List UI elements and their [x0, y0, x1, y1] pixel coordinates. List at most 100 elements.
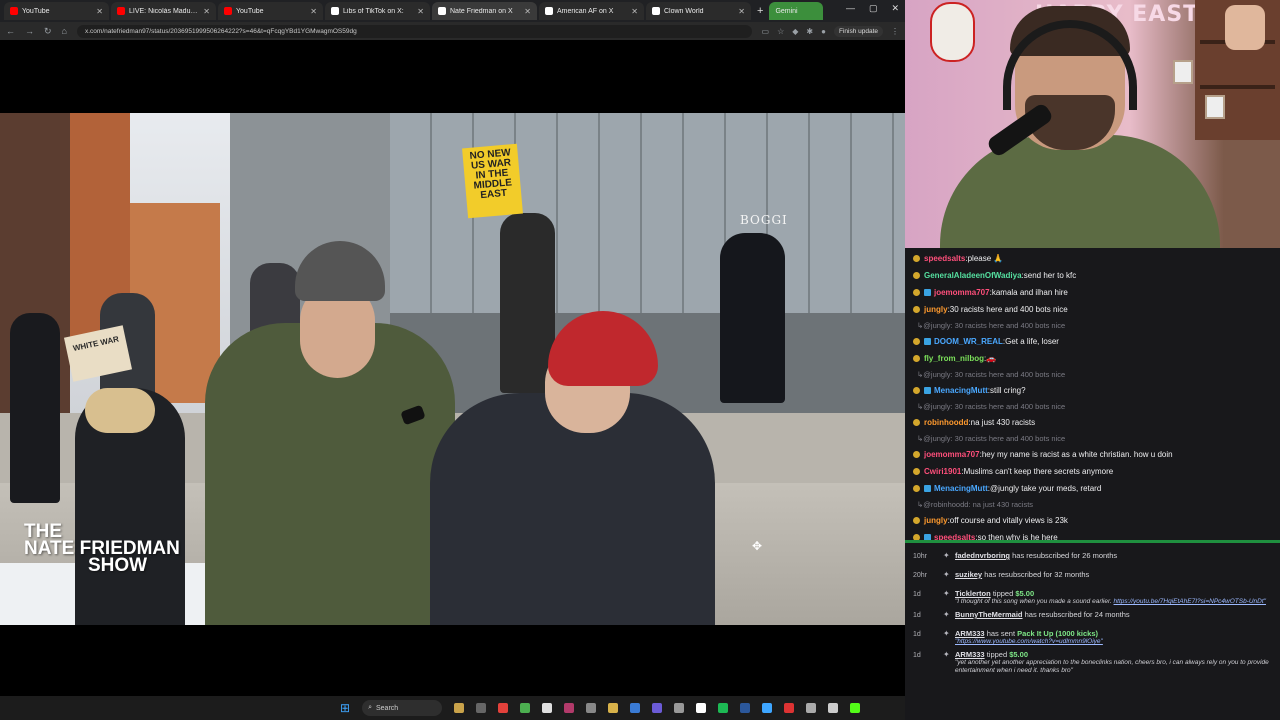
tab-close-icon[interactable]: ✕ — [631, 7, 638, 16]
store-logo: BOGGI — [740, 213, 788, 227]
profile-icon[interactable]: ● — [821, 27, 826, 36]
menu-icon[interactable]: ⋮ — [891, 27, 899, 36]
tab-favicon-icon — [331, 7, 339, 15]
tab-close-icon[interactable]: ✕ — [738, 7, 745, 16]
chat-message: speedsalts: so then why is he here — [913, 529, 1274, 540]
feed-username[interactable]: Ticklerton — [955, 589, 991, 598]
tab-title: Clown World — [664, 7, 704, 15]
feed-note: "https://www.youtube.com/watch?v=udlmmn9… — [955, 638, 1272, 646]
tab-close-icon[interactable]: ✕ — [310, 7, 317, 16]
spotify-icon[interactable] — [718, 703, 729, 713]
tab-title: Nate Friedman on X — [450, 7, 513, 15]
browser-tab[interactable]: Libs of TikTok on X: ✕ — [325, 2, 430, 20]
taskbar-app-icon[interactable] — [476, 703, 487, 713]
chat-username[interactable]: MenacingMutt — [934, 382, 988, 399]
maximize-icon[interactable]: ▢ — [869, 3, 878, 14]
taskbar-app-icon[interactable] — [828, 703, 839, 713]
chrome-icon[interactable] — [498, 703, 509, 713]
feed-age: 10hr — [913, 553, 928, 560]
chat-message: joemomma707: kamala and ilhan hire — [913, 284, 1274, 301]
back-icon[interactable]: ← — [6, 26, 15, 36]
minimize-icon[interactable]: — — [846, 3, 855, 14]
windows-start-icon[interactable]: ⊞ — [340, 701, 350, 715]
video-frame[interactable]: BOGGI NO NEW US WAR IN THE MIDDLE EAST WHIT… — [0, 113, 905, 625]
chat-username[interactable]: jungly — [924, 512, 948, 529]
activity-feed-item: 1d ✦ ARM333 tipped $5.00 "yet another yet a… — [913, 646, 1272, 675]
forward-icon[interactable]: → — [25, 26, 34, 36]
tab-close-icon[interactable]: ✕ — [417, 7, 424, 16]
chat-username[interactable]: MenacingMutt — [934, 480, 988, 497]
tab-close-icon[interactable]: ✕ — [524, 7, 531, 16]
activity-feed-item: 1d ✦ BunnyTheMermaid has resubscribed for … — [913, 606, 1272, 625]
chat-text: off course and vitally views is 23k — [949, 516, 1068, 525]
file-explorer-icon[interactable] — [608, 703, 619, 713]
feed-event-text: has resubscribed for 26 months — [1012, 551, 1118, 560]
taskbar-app-icon[interactable] — [454, 703, 465, 713]
taskbar-app-icon[interactable] — [696, 703, 707, 713]
protest-sign: NO NEW US WAR IN THE MIDDLE EAST — [462, 143, 523, 219]
chat-panel: speedsalts: please 🙏 GeneralAladeenOfWadi… — [905, 248, 1280, 540]
taskbar-app-icon[interactable] — [784, 703, 795, 713]
video-player[interactable]: BOGGI NO NEW US WAR IN THE MIDDLE EAST WHIT… — [0, 40, 905, 696]
tab-close-icon[interactable]: ✕ — [96, 7, 103, 16]
chat-username[interactable]: fly_from_nilbog — [924, 350, 984, 367]
chat-username[interactable]: GeneralAladeenOfWadiya — [924, 267, 1022, 284]
browser-tab[interactable]: Nate Friedman on X ✕ — [432, 2, 537, 20]
taskbar-app-icon[interactable] — [762, 703, 773, 713]
chat-badge-icon — [913, 468, 920, 475]
puzzle-icon[interactable]: ✱ — [806, 27, 813, 36]
taskbar-app-icon[interactable] — [740, 703, 751, 713]
background-person — [720, 233, 785, 403]
browser-tab[interactable]: LIVE: Nicolás Maduro app ✕ — [111, 2, 216, 20]
chat-username[interactable]: speedsalts — [924, 250, 965, 267]
browser-tab[interactable]: Clown World ✕ — [646, 2, 751, 20]
home-icon[interactable]: ⌂ — [62, 26, 67, 36]
tab-favicon-icon — [224, 7, 232, 15]
taskbar-app-icon[interactable] — [652, 703, 663, 713]
chat-username[interactable]: joemomma707 — [924, 446, 980, 463]
taskbar-app-icon[interactable] — [564, 703, 575, 713]
chat-username[interactable]: Cwiri1901 — [924, 463, 961, 480]
extension-icon[interactable]: ◆ — [792, 27, 798, 36]
feed-username[interactable]: suzikey — [955, 570, 982, 579]
reload-icon[interactable]: ↻ — [44, 26, 52, 37]
feed-username[interactable]: fadednvrboring — [955, 551, 1010, 560]
taskbar-app-icon[interactable] — [674, 703, 685, 713]
chat-text: na just 430 racists — [970, 418, 1036, 427]
chat-username[interactable]: joemomma707 — [934, 284, 990, 301]
chat-message: jungly: 30 racists here and 400 bots nic… — [913, 301, 1274, 318]
feed-username[interactable]: ARM333 — [955, 650, 985, 659]
url-input[interactable]: x.com/natefriedman97/status/203695199950… — [76, 24, 752, 38]
tab-close-icon[interactable]: ✕ — [203, 7, 210, 16]
taskbar-app-icon[interactable] — [520, 703, 531, 713]
kick-event-icon: ✦ — [943, 629, 950, 638]
feed-note-text: "I thought of this song when you made a … — [955, 598, 1112, 605]
gemini-button[interactable]: Gemini — [769, 2, 824, 20]
feed-link[interactable]: https://youtu.be/7HqiEtAhE7I?si=NPc4wOTS… — [1114, 598, 1266, 605]
new-tab-icon[interactable]: + — [757, 5, 763, 17]
feed-username[interactable]: ARM333 — [955, 629, 985, 638]
kick-icon[interactable] — [850, 703, 861, 713]
taskbar-app-icon[interactable] — [542, 703, 553, 713]
chat-badge-icon — [913, 419, 920, 426]
chat-username[interactable]: DOOM_WR_REAL — [934, 333, 1003, 350]
browser-tab[interactable]: YouTube ✕ — [218, 2, 323, 20]
cast-icon[interactable]: ▭ — [762, 27, 770, 36]
chat-username[interactable]: speedsalts — [934, 529, 975, 540]
feed-username[interactable]: BunnyTheMermaid — [955, 610, 1023, 619]
taskbar-app-icon[interactable] — [806, 703, 817, 713]
taskbar-app-icon[interactable] — [586, 703, 597, 713]
chat-text: @jungly: 30 racists here and 400 bots ni… — [923, 321, 1066, 330]
taskbar-app-icon[interactable] — [630, 703, 641, 713]
close-icon[interactable]: ✕ — [891, 3, 899, 14]
chat-username[interactable]: jungly — [924, 301, 948, 318]
chat-username[interactable]: robinhoodd — [924, 414, 968, 431]
feed-body: suzikey has resubscribed for 32 months — [955, 570, 1272, 579]
taskbar-search[interactable]: ⌕ Search — [362, 700, 443, 716]
browser-tab[interactable]: YouTube ✕ — [4, 2, 109, 20]
feed-link[interactable]: "https://www.youtube.com/watch?v=udlmmn9… — [955, 638, 1103, 645]
bookmark-star-icon[interactable]: ☆ — [777, 27, 784, 36]
browser-tab[interactable]: American AF on X ✕ — [539, 2, 644, 20]
finish-update-button[interactable]: Finish update — [833, 25, 883, 37]
kick-event-icon: ✦ — [943, 551, 950, 560]
